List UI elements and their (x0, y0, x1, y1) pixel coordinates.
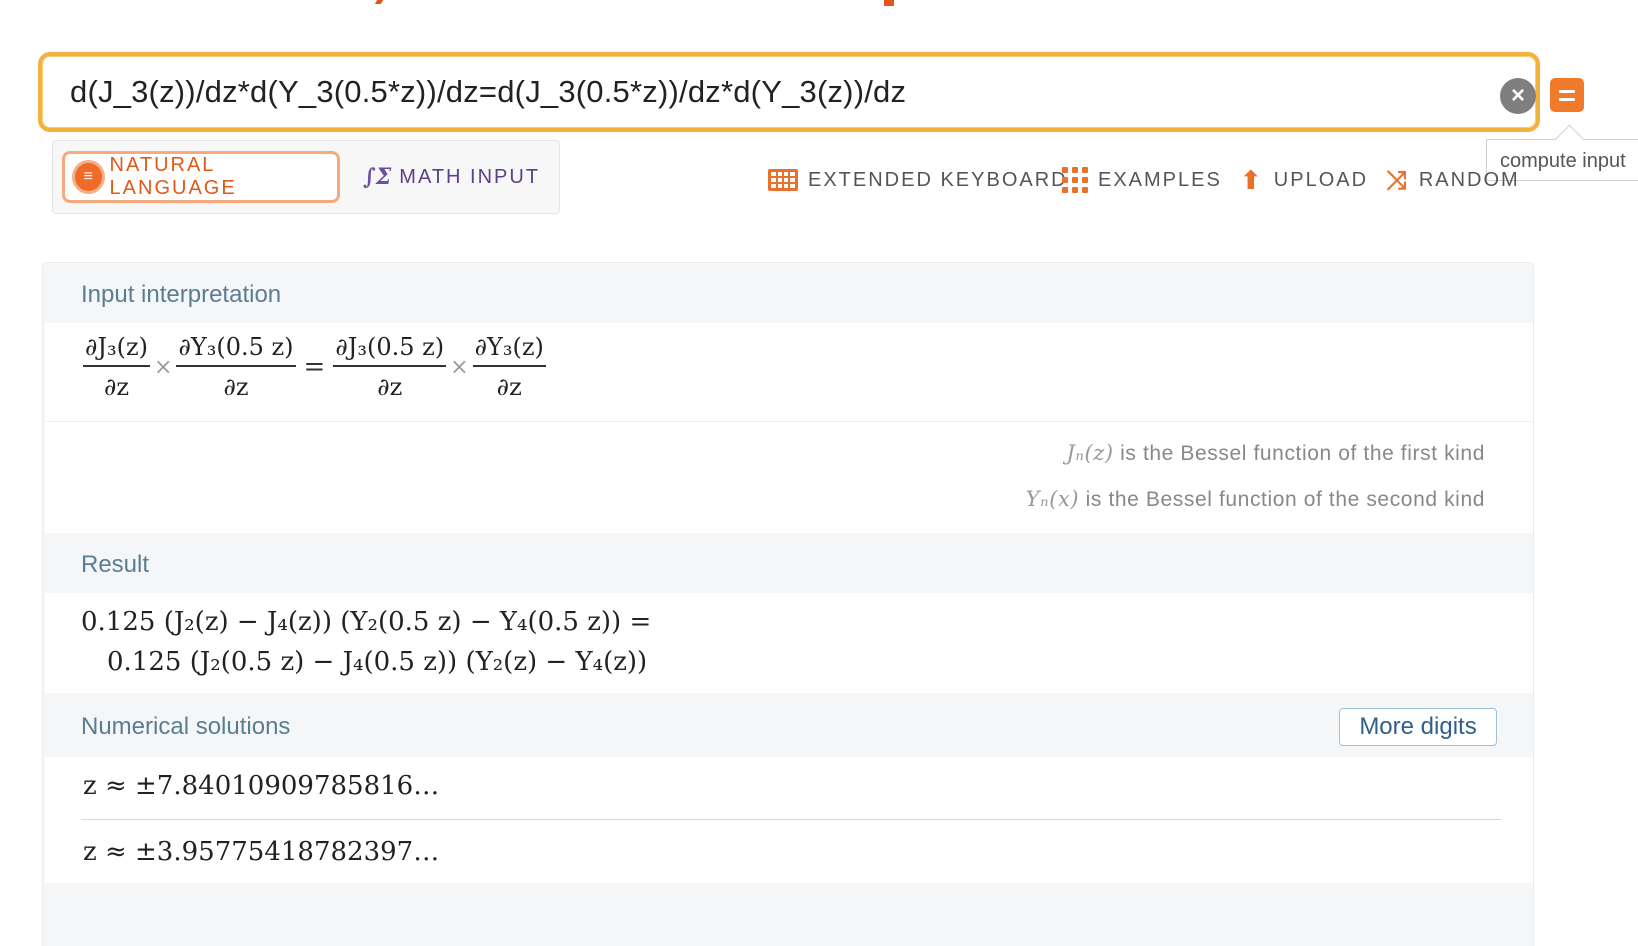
natural-language-button[interactable]: ≡ NATURAL LANGUAGE (62, 151, 340, 203)
clear-button[interactable]: × (1500, 78, 1536, 114)
extended-keyboard-link[interactable]: EXTENDED KEYBOARD (768, 169, 1068, 192)
upload-icon: ⬆ (1240, 165, 1264, 195)
definition-note: Yₙ(x) is the Bessel function of the seco… (1025, 487, 1485, 511)
pod-title-input-interpretation: Input interpretation (81, 281, 282, 308)
random-link[interactable]: ⤨ RANDOM (1386, 167, 1520, 193)
pod-numerical-solutions: z ≈ ±7.84010909785816… z ≈ ±3.9577541878… (45, 757, 1533, 883)
compute-button[interactable] (1550, 78, 1584, 112)
math-input-button[interactable]: ∫Σ MATH INPUT (363, 151, 540, 203)
times-sign: × (154, 354, 173, 380)
math-input-label: MATH INPUT (399, 165, 541, 188)
divider (45, 421, 1533, 422)
result-line-2: 0.125 (J₂(0.5 z) − J₄(0.5 z)) (Y₂(z) − Y… (107, 647, 648, 677)
equals-icon-bar (1559, 89, 1575, 93)
interpretation-formula: ∂J₃(z) ∂z × ∂Y₃(0.5 z) ∂z = ∂J₃(0.5 z) ∂z × ∂Y₃(z… (83, 333, 546, 401)
extended-keyboard-label: EXTENDED KEYBOARD (808, 168, 1068, 191)
grid-dots-icon (1062, 167, 1088, 193)
pod-result: 0.125 (J₂(z) − J₄(z)) (Y₂(0.5 z) − Y₄(0.… (45, 593, 1533, 693)
shuffle-icon: ⤨ (1386, 165, 1409, 195)
fraction-term: ∂Y₃(z) ∂z (472, 333, 546, 401)
input-mode-toggle: ≡ NATURAL LANGUAGE ∫Σ MATH INPUT (52, 140, 560, 214)
header-logo-fragment (374, 0, 384, 4)
close-icon: × (1510, 82, 1525, 109)
search-input[interactable] (70, 70, 1370, 114)
math-input-icon: ∫Σ (363, 164, 392, 190)
fraction-term: ∂J₃(0.5 z) ∂z (333, 333, 447, 401)
times-sign: × (450, 354, 469, 380)
upload-label: UPLOAD (1273, 168, 1369, 191)
fraction-term: ∂Y₃(0.5 z) ∂z (176, 333, 296, 401)
results-panel: Input interpretation ∂J₃(z) ∂z × ∂Y₃(0.5 z)… (42, 262, 1534, 946)
upload-link[interactable]: ⬆ UPLOAD (1240, 167, 1368, 193)
solution-item: z ≈ ±7.84010909785816… (83, 771, 440, 801)
solution-item: z ≈ ±3.95775418782397… (83, 837, 440, 867)
pod-input-interpretation: ∂J₃(z) ∂z × ∂Y₃(0.5 z) ∂z = ∂J₃(0.5 z) ∂z × ∂Y₃(z… (45, 323, 1533, 533)
equals-icon-bar (1559, 97, 1575, 101)
random-label: RANDOM (1418, 168, 1520, 191)
more-digits-button[interactable]: More digits (1339, 708, 1497, 746)
examples-link[interactable]: EXAMPLES (1062, 167, 1222, 193)
divider (81, 819, 1501, 820)
equals-sign: = (303, 352, 326, 382)
definition-note: Jₙ(z) is the Bessel function of the firs… (1066, 441, 1485, 465)
fraction-term: ∂J₃(z) ∂z (83, 333, 151, 401)
result-line-1: 0.125 (J₂(z) − J₄(z)) (Y₂(0.5 z) − Y₄(0.… (81, 607, 652, 637)
pod-title-numerical-solutions: Numerical solutions (81, 713, 291, 740)
header-logo-fragment (884, 0, 894, 6)
keyboard-icon (768, 169, 798, 191)
pod-title-result: Result (81, 551, 150, 578)
natural-language-label: NATURAL LANGUAGE (109, 154, 237, 199)
natural-language-icon: ≡ (75, 163, 102, 191)
examples-label: EXAMPLES (1098, 168, 1222, 191)
search-bar: × (38, 52, 1584, 132)
